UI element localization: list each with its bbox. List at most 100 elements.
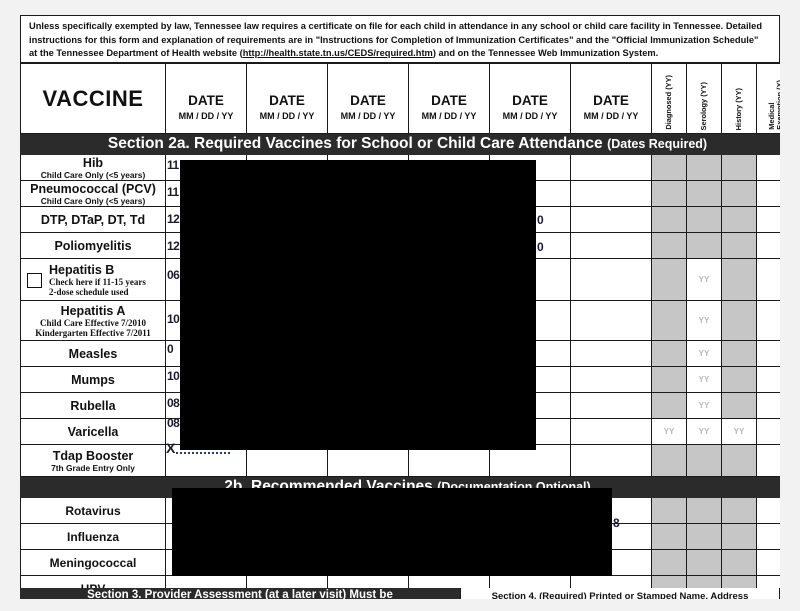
section-2a-banner: Section 2a. Required Vaccines for School… [20,133,795,155]
header-date-3-main: DATE [350,92,386,108]
history-cell [721,340,757,367]
serology-cell[interactable]: YY [686,340,722,367]
section-2a-title: Section 2a. Required Vaccines for School… [107,135,603,152]
entered-date-partial-mumps: 10 [167,369,180,383]
history-cell [721,392,757,419]
diagnosed-cell [651,366,687,393]
history-cell[interactable]: YY [721,418,757,445]
diagnosed-cell [651,549,687,576]
history-cell [721,180,757,207]
date-cell[interactable] [570,444,652,477]
history-cell [721,154,757,181]
serology-cell [686,444,722,477]
serology-cell[interactable]: YY [686,300,722,341]
vaccine-label-dtp: DTP, DTaP, DT, Td [20,206,166,233]
serology-cell [686,180,722,207]
instructions-line-2: instructions for this form and explanati… [29,34,759,45]
vaccine-name: Tdap Booster [52,448,134,463]
header-history: History (YY) [721,63,757,134]
diagnosed-cell [651,523,687,550]
vaccine-label-tdap: Tdap Booster 7th Grade Entry Only [20,444,166,477]
serology-cell [686,154,722,181]
header-diagnosed: Diagnosed (YY) [651,63,687,134]
header-date-1-main: DATE [188,92,224,108]
vaccine-note-2: Kindergarten Effective 7/2011 [35,327,151,338]
header-date-4-sub: MM / DD / YY [421,110,477,121]
vaccine-label-pneumococcal: Pneumococcal (PCV) Child Care Only (<5 y… [20,180,166,207]
history-cell [721,366,757,393]
header-date-4: DATE MM / DD / YY [408,63,490,134]
vaccine-label-measles: Measles [20,340,166,367]
serology-cell[interactable]: YY [686,392,722,419]
redaction-block-section-2b [172,488,612,576]
vaccine-name: Hepatitis A [60,303,126,318]
entered-date-partial-rubella: 08 [167,396,180,410]
date-cell[interactable] [570,232,652,259]
header-date-3-sub: MM / DD / YY [340,110,396,121]
vaccine-label-hepatitis-b: Hepatitis B Check here if 11-15 years 2-… [20,258,166,301]
header-history-label: History (YY) [734,87,743,130]
page-right-margin [780,0,800,611]
hepatitis-b-checkbox[interactable] [27,273,42,288]
section-2a-banner-row: Section 2a. Required Vaccines for School… [20,133,795,155]
page-left-margin [0,0,20,611]
entered-date-partial-right-polio: 0 [537,240,544,254]
date-cell[interactable] [570,300,652,341]
diagnosed-cell [651,444,687,477]
vaccine-name: DTP, DTaP, DT, Td [40,212,146,227]
instructions-line-1: Unless specifically exempted by law, Ten… [29,21,762,31]
serology-cell[interactable]: YY [686,366,722,393]
vaccine-name: Hepatitis B [49,262,115,277]
date-cell[interactable] [570,340,652,367]
history-cell [721,300,757,341]
entered-date-partial-dtp: 12 [167,212,180,226]
diagnosed-cell[interactable]: YY [651,418,687,445]
date-cell[interactable] [570,366,652,393]
table-header-row: VACCINE DATE MM / DD / YY DATE MM / DD /… [20,63,795,134]
serology-cell [686,497,722,524]
serology-cell[interactable]: YY [686,418,722,445]
date-cell[interactable] [570,392,652,419]
diagnosed-cell [651,206,687,233]
serology-cell[interactable]: YY [686,258,722,301]
header-date-1-sub: MM / DD / YY [178,110,234,121]
date-cell[interactable] [570,206,652,233]
vaccine-name: Rubella [70,398,116,413]
header-date-5: DATE MM / DD / YY [489,63,571,134]
header-vaccine: VACCINE [20,63,166,134]
history-cell [721,549,757,576]
date-cell[interactable] [570,258,652,301]
history-cell [721,444,757,477]
vaccine-label-hib: Hib Child Care Only (<5 years) [20,154,166,181]
entered-date-partial-right-influenza: 8 [613,516,620,530]
history-cell [721,232,757,259]
diagnosed-cell [651,232,687,259]
vaccine-note: Child Care Only (<5 years) [40,169,146,180]
section-2a-subtitle: (Dates Required) [607,137,708,151]
header-date-6: DATE MM / DD / YY [570,63,652,134]
instructions-line-3: at the Tennessee Department of Health we… [29,47,771,61]
page-bottom-clip [0,599,800,611]
diagnosed-cell [651,497,687,524]
diagnosed-cell [651,340,687,367]
history-cell [721,258,757,301]
serology-cell [686,549,722,576]
vaccine-label-rotavirus: Rotavirus [20,497,166,524]
header-date-5-sub: MM / DD / YY [502,110,558,121]
date-cell[interactable] [570,180,652,207]
instructions-line-3-prefix: at the Tennessee Department of Health we… [29,48,243,58]
header-date-2: DATE MM / DD / YY [246,63,328,134]
date-cell[interactable] [570,154,652,181]
vaccine-name: Poliomyelitis [54,238,132,253]
vaccine-note-1: Check here if 11-15 years [49,276,146,287]
header-date-1: DATE MM / DD / YY [165,63,247,134]
vaccine-name: Rotavirus [65,503,121,518]
diagnosed-cell [651,300,687,341]
history-cell [721,523,757,550]
health-department-link[interactable]: http://health.state.tn.us/CEDS/required.… [243,48,433,58]
date-cell[interactable] [570,418,652,445]
header-date-6-main: DATE [593,92,629,108]
header-date-2-sub: MM / DD / YY [259,110,315,121]
diagnosed-cell [651,392,687,419]
entered-date-partial-hepb: 06 [167,268,180,282]
